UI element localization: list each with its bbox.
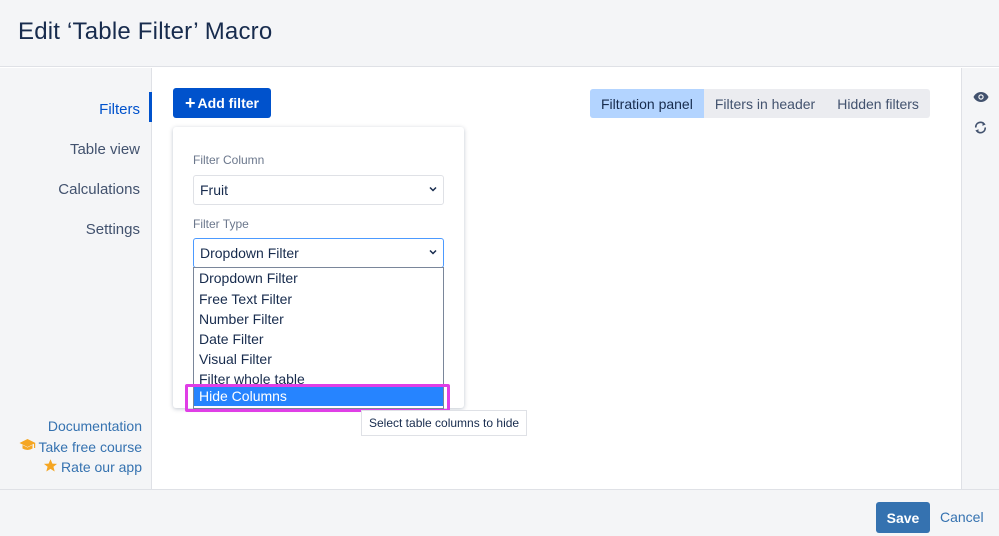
option-filter-whole-table[interactable]: Filter whole table [194, 369, 443, 386]
star-icon [43, 458, 58, 476]
filter-mode-tabs: Filtration panel Filters in header Hidde… [590, 89, 930, 118]
add-filter-button[interactable]: + Add filter [173, 88, 271, 118]
plus-icon: + [185, 93, 196, 113]
dialog-title: Edit ‘Table Filter’ Macro [18, 18, 273, 45]
sidebar-nav: Filters Table view Calculations Settings… [0, 68, 152, 489]
dialog-footer: Save Cancel [0, 489, 999, 536]
refresh-icon[interactable] [973, 120, 988, 139]
documentation-link[interactable]: Documentation [48, 418, 142, 434]
sidebar-item-settings[interactable]: Settings [86, 221, 140, 238]
option-number-filter[interactable]: Number Filter [194, 309, 443, 329]
filter-type-select[interactable]: Dropdown Filter [193, 238, 444, 268]
rate-our-app-label: Rate our app [61, 459, 142, 475]
add-filter-label: Add filter [197, 95, 259, 111]
option-tooltip: Select table columns to hide [361, 410, 527, 436]
graduation-cap-icon [19, 438, 36, 455]
filter-type-value: Dropdown Filter [200, 245, 299, 261]
sidebar-item-table-view[interactable]: Table view [70, 141, 140, 158]
eye-icon[interactable] [973, 90, 989, 107]
filter-column-label: Filter Column [193, 153, 265, 167]
option-free-text-filter[interactable]: Free Text Filter [194, 289, 443, 309]
documentation-label: Documentation [47, 418, 142, 434]
tab-filters-in-header[interactable]: Filters in header [704, 89, 826, 118]
option-visual-filter[interactable]: Visual Filter [194, 349, 443, 369]
take-free-course-link[interactable]: Take free course [19, 438, 143, 455]
rate-our-app-link[interactable]: Rate our app [43, 458, 142, 476]
filter-type-dropdown: Dropdown Filter Free Text Filter Number … [193, 267, 444, 409]
save-button[interactable]: Save [876, 502, 930, 533]
cancel-button[interactable]: Cancel [940, 509, 984, 525]
chevron-down-icon [429, 186, 437, 192]
filter-column-select[interactable]: Fruit [193, 175, 444, 205]
option-date-filter[interactable]: Date Filter [194, 329, 443, 349]
tab-hidden-filters[interactable]: Hidden filters [826, 89, 930, 118]
option-dropdown-filter[interactable]: Dropdown Filter [194, 268, 443, 289]
take-free-course-label: Take free course [38, 438, 143, 455]
active-indicator [149, 92, 152, 122]
filter-type-label: Filter Type [193, 217, 249, 231]
sidebar-item-filters[interactable]: Filters [99, 101, 140, 118]
tab-filtration-panel[interactable]: Filtration panel [590, 89, 704, 118]
right-toolbar [961, 68, 999, 489]
dialog-header: Edit ‘Table Filter’ Macro [0, 0, 999, 67]
option-hide-columns[interactable]: Hide Columns [194, 386, 443, 406]
chevron-down-icon [429, 249, 437, 255]
sidebar-item-calculations[interactable]: Calculations [58, 181, 140, 198]
filter-column-value: Fruit [200, 182, 228, 198]
